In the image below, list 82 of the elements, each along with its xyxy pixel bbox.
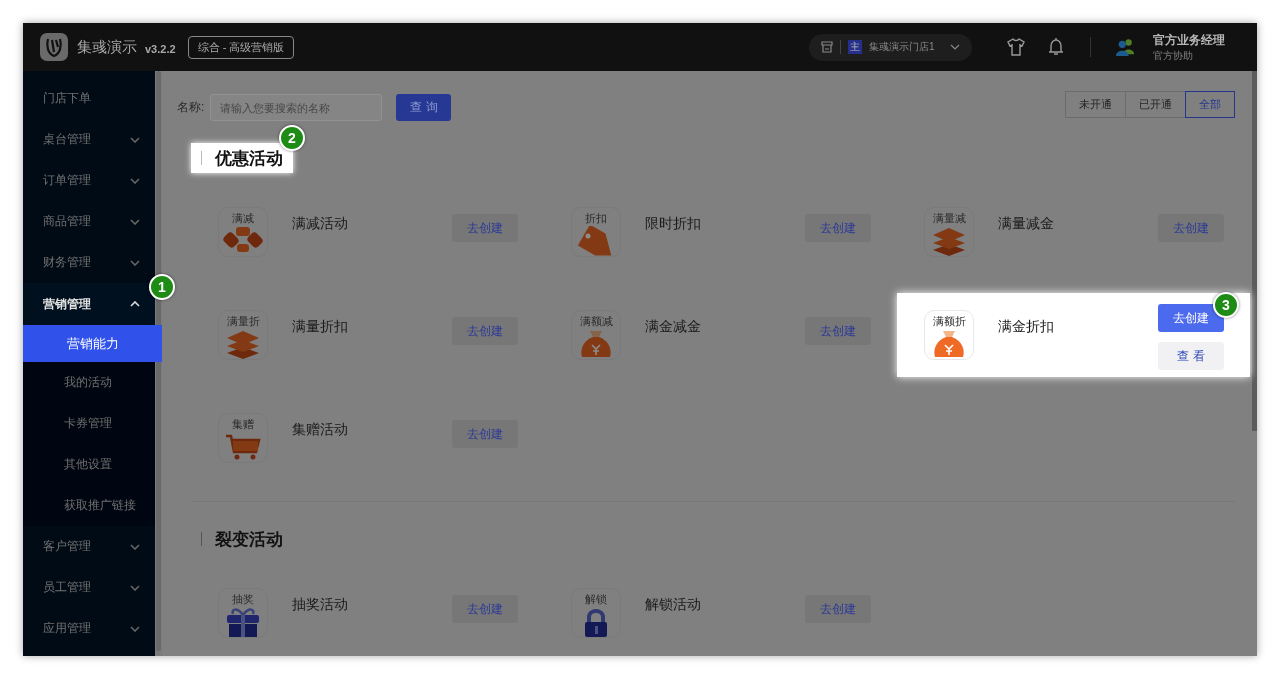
activity-title: 满金减金 [645,318,702,336]
activity-title: 限时折扣 [645,215,702,233]
users-icon [1115,37,1135,57]
coins-icon [223,227,263,252]
scrollbar-thumb[interactable] [156,71,161,651]
sidebar-item[interactable]: 门店下单 [23,78,155,119]
section-title: 裂变活动 [215,528,283,551]
step-number-badge: 2 [279,125,305,151]
icon-label: 抽奖 [232,592,254,607]
user-role: 官方协助 [1153,48,1194,63]
icon-label: 满量折 [226,314,260,329]
filter-tab[interactable]: 已开通 [1125,91,1186,118]
chevron-icon [950,44,960,50]
chevron-icon [130,218,140,225]
chevron-icon [130,177,140,184]
store-name: 集彧演示门店1 [869,40,936,54]
activity-title: 满量减金 [998,215,1055,233]
version-label: v3.2.2 [145,43,176,55]
cart-icon [226,434,261,460]
create-button[interactable]: 去创建 [1158,214,1224,242]
create-button[interactable]: 去创建 [805,214,871,242]
bell-icon[interactable] [1046,37,1066,57]
create-button[interactable]: 去创建 [452,595,518,623]
activity-title: 满量折扣 [292,318,349,336]
icon-label: 满额折 [932,314,966,329]
filter-tab[interactable]: 未开通 [1065,91,1126,118]
icon-label: 解锁 [585,592,607,607]
app-name: 集彧演示 [77,37,137,57]
store-icon [821,41,833,53]
sidebar-item[interactable]: 员工管理 [23,567,155,608]
submenu-item[interactable]: 我的活动 [23,362,155,403]
money-bag-icon [581,331,611,357]
user-name: 官方业务经理 [1153,31,1225,49]
icon-label: 满额减 [579,314,613,329]
filter-tab[interactable]: 全部 [1185,91,1235,118]
lock-icon [585,609,607,637]
chevron-icon [130,301,140,307]
edition-badge: 综合 - 高级营销版 [187,35,295,59]
view-button[interactable]: 查 看 [1158,342,1224,370]
activity-title: 满减活动 [292,215,349,233]
chevron-icon [130,543,140,550]
chevron-icon [130,625,140,632]
sidebar-item[interactable]: 应用管理 [23,608,155,649]
tag-icon [577,226,612,256]
sidebar-item[interactable]: 营销管理 [23,283,155,325]
activity-title: 解锁活动 [645,596,702,614]
icon-label: 满量减 [932,211,966,226]
step-number-badge: 1 [149,274,175,300]
create-button[interactable]: 去创建 [805,595,871,623]
icon-label: 折扣 [585,211,607,226]
chevron-icon [130,136,140,143]
activity-title: 抽奖活动 [292,596,349,614]
activity-title: 集赠活动 [292,421,349,439]
icon-label: 集赠 [232,417,254,432]
name-label: 名称: [177,99,205,116]
sidebar-item[interactable]: 商品管理 [23,201,155,242]
scrollbar-thumb[interactable] [1252,71,1257,431]
activity-title: 满金折扣 [998,318,1055,336]
sidebar-item[interactable]: 订单管理 [23,160,155,201]
money-bag-icon [934,331,964,357]
gift-icon [227,608,259,637]
submenu-item[interactable]: 营销能力 [23,325,162,362]
create-button[interactable]: 去创建 [805,317,871,345]
submenu-item[interactable]: 其他设置 [23,444,155,485]
store-badge: 主 [848,40,862,54]
query-button[interactable]: 查 询 [396,94,452,121]
sidebar-item[interactable]: 桌台管理 [23,119,155,160]
store-selector[interactable]: 主 集彧演示门店1 [809,33,972,61]
submenu-item[interactable]: 卡券管理 [23,403,155,444]
layers-icon [933,228,965,256]
create-button[interactable]: 去创建 [452,420,518,448]
icon-label: 满减 [232,211,254,226]
shirt-icon[interactable] [1006,37,1026,57]
layers-icon [227,331,259,359]
logo-icon [39,32,69,62]
sidebar-item[interactable]: 客户管理 [23,526,155,567]
step-number-badge: 3 [1213,292,1239,318]
chevron-icon [130,259,140,266]
create-button[interactable]: 去创建 [452,317,518,345]
create-button[interactable]: 去创建 [452,214,518,242]
chevron-icon [130,584,140,591]
submenu-item[interactable]: 获取推广链接 [23,485,155,526]
